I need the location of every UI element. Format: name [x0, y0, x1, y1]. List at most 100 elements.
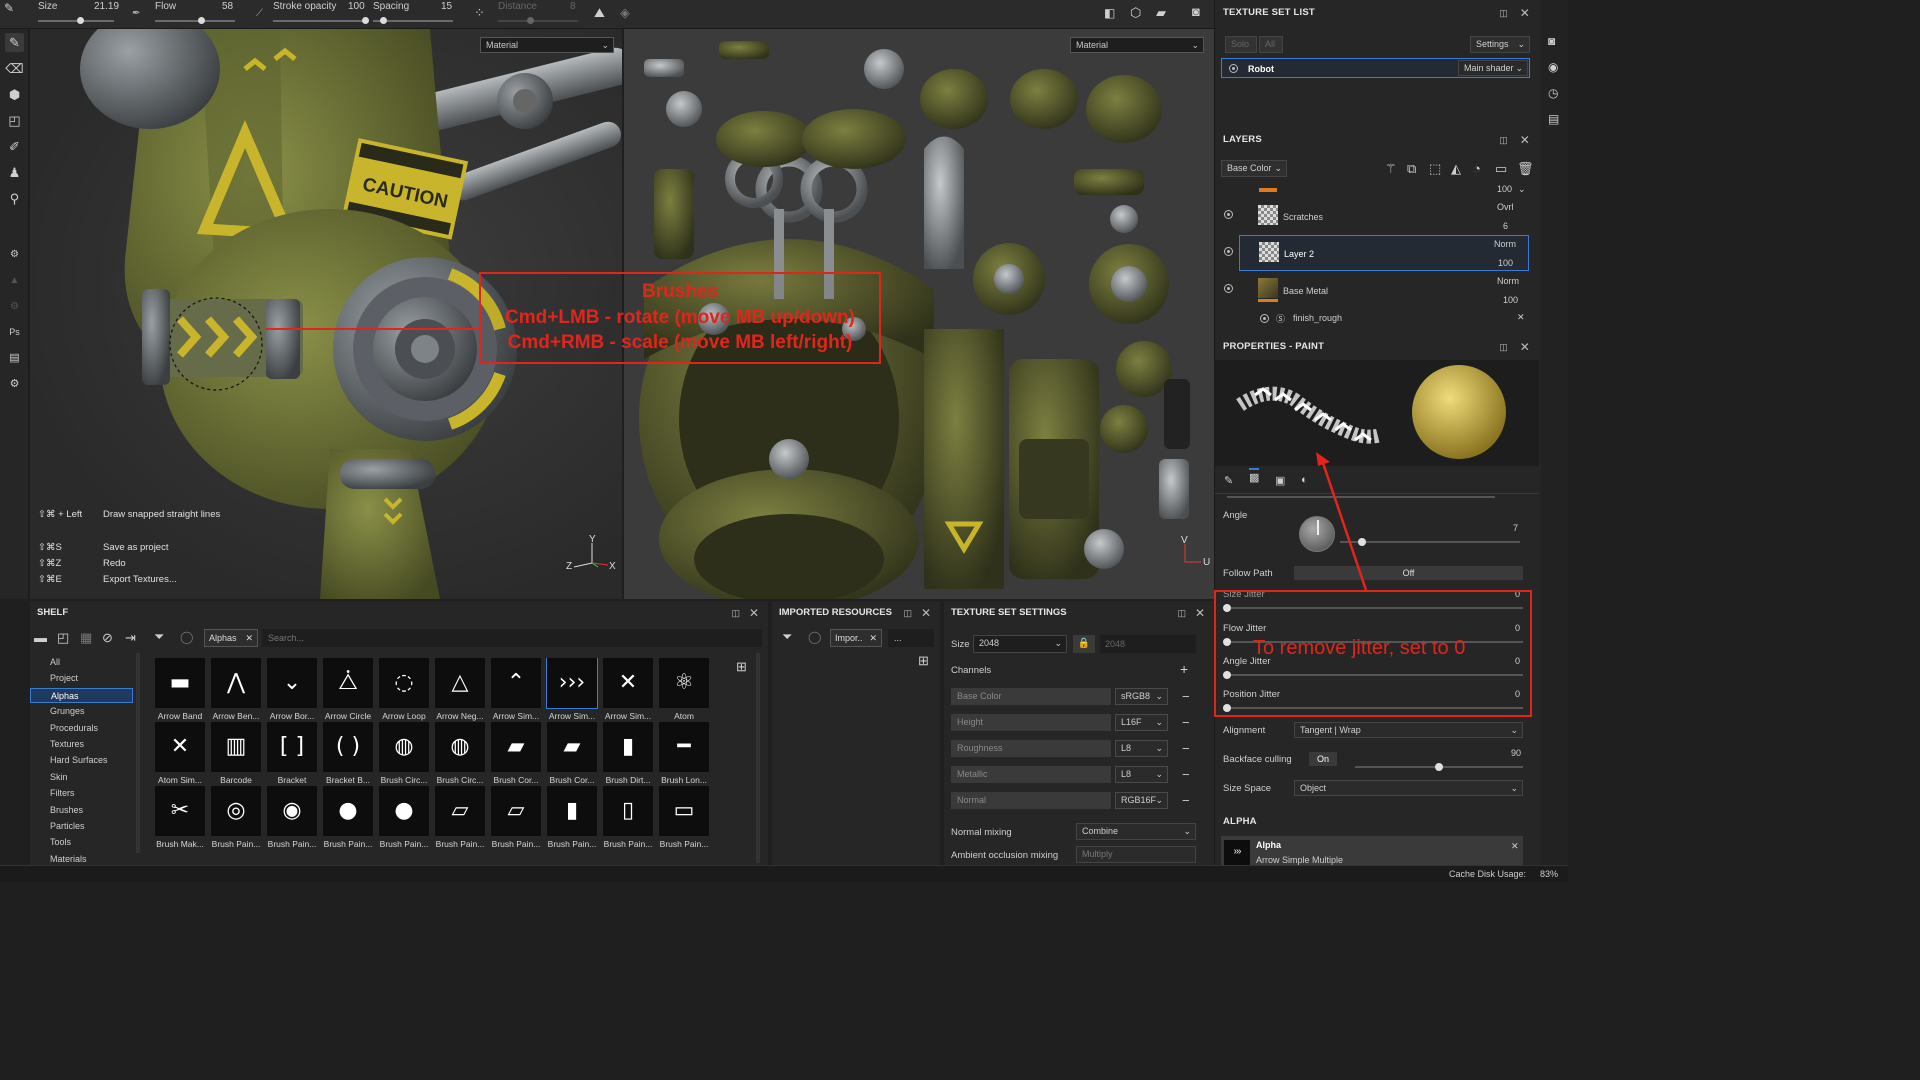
shelf-item[interactable]: ⋀ Arrow Ben...: [210, 658, 262, 721]
close-icon[interactable]: ✕: [749, 601, 759, 625]
shelf-filter-tag[interactable]: Alphas ✕: [204, 629, 258, 647]
spacing-value[interactable]: 15: [441, 1, 452, 12]
color-picker-icon[interactable]: ⚲: [5, 189, 24, 208]
visibility-eye-icon[interactable]: [1224, 210, 1233, 219]
alpha-tab-icon[interactable]: ▩: [1249, 468, 1260, 484]
shelf-item[interactable]: ⚛ Atom: [658, 658, 710, 721]
shelf-item[interactable]: ✂ Brush Mak...: [154, 786, 206, 849]
shelf-item[interactable]: ◍ Brush Circ...: [378, 722, 430, 785]
layer-blend-mode[interactable]: Norm: [1497, 276, 1519, 286]
channel-format-select[interactable]: L8 ⌄: [1115, 766, 1168, 783]
remove-channel-icon[interactable]: −: [1182, 792, 1192, 809]
grid-view-icon[interactable]: ⊞: [918, 653, 929, 669]
backface-angle-handle[interactable]: [1435, 763, 1443, 771]
undock-icon[interactable]: ◫: [1499, 127, 1508, 153]
texture-set-dock-icon[interactable]: ◙: [1548, 34, 1555, 48]
shelf-item[interactable]: ▱ Brush Pain...: [490, 786, 542, 849]
material-select-2d[interactable]: Material ⌄: [1070, 37, 1204, 53]
undock-icon[interactable]: ◫: [1499, 0, 1508, 26]
shelf-item[interactable]: ━ Brush Lon...: [658, 722, 710, 785]
undock-icon[interactable]: ◫: [731, 601, 740, 625]
alpha-slot[interactable]: ››› Alpha Arrow Simple Multiple ✕: [1221, 836, 1523, 865]
hidden-slider-track[interactable]: [1227, 496, 1495, 498]
visibility-eye-icon[interactable]: [1224, 247, 1233, 256]
shelf-item[interactable]: ⧊ Arrow Circle: [322, 658, 374, 721]
shelf-category-tools[interactable]: Tools: [30, 835, 133, 850]
hide-icon[interactable]: ⊘: [102, 630, 113, 646]
stroke-opacity-slider[interactable]: [273, 17, 369, 24]
save-icon[interactable]: ▦: [80, 630, 92, 646]
solo-button[interactable]: Solo: [1225, 36, 1257, 53]
symmetry-icon[interactable]: ⛰: [594, 5, 605, 21]
shelf-item[interactable]: ✕ Arrow Sim...: [602, 658, 654, 721]
shelf-item[interactable]: ▭ Brush Pain...: [658, 786, 710, 849]
layer-blend-mode[interactable]: Norm: [1494, 239, 1516, 249]
imported-filter-tag[interactable]: Impor.. ✕: [830, 629, 882, 647]
undock-icon[interactable]: ◫: [903, 601, 912, 625]
eraser-icon[interactable]: ⌫: [5, 59, 24, 78]
add-mask-icon[interactable]: ⧉: [1407, 161, 1416, 177]
remove-filter-icon[interactable]: ✕: [245, 630, 253, 646]
shelf-category-particles[interactable]: Particles: [30, 819, 133, 834]
shelf-item[interactable]: ● Brush Pain...: [322, 786, 374, 849]
clone-stamp-icon[interactable]: ♟: [5, 163, 24, 182]
channel-format-select[interactable]: L8 ⌄: [1115, 740, 1168, 757]
size-slider[interactable]: [38, 17, 114, 24]
tss-size-select[interactable]: 2048 ⌄: [973, 635, 1067, 653]
bake-icon[interactable]: ⚙: [5, 245, 24, 264]
layer-opacity[interactable]: 6: [1503, 221, 1508, 231]
layer-row-base-metal[interactable]: Base Metal Norm 100: [1221, 273, 1535, 309]
spacing-slider[interactable]: [373, 17, 453, 24]
size-space-select[interactable]: Object ⌄: [1294, 780, 1523, 796]
eraser-mirror-icon[interactable]: ◈: [620, 5, 630, 21]
cube-icon[interactable]: ⬡: [1130, 5, 1141, 21]
close-icon[interactable]: ✕: [921, 601, 931, 625]
filter-funnel-icon[interactable]: ⏷: [154, 629, 164, 645]
close-icon[interactable]: ✕: [1520, 334, 1530, 360]
material-tab-icon[interactable]: ◐: [1301, 474, 1308, 486]
shelf-item[interactable]: ▯ Brush Pain...: [602, 786, 654, 849]
alignment-select[interactable]: Tangent | Wrap ⌄: [1294, 722, 1523, 738]
shelf-item[interactable]: ▮ Brush Pain...: [546, 786, 598, 849]
shelf-category-filters[interactable]: Filters: [30, 786, 133, 801]
shelf-item[interactable]: ››› Arrow Sim...: [546, 658, 598, 721]
sub-layer-row[interactable]: Ⓢ finish_rough ✕: [1221, 309, 1535, 327]
remove-channel-icon[interactable]: −: [1182, 714, 1192, 731]
filter-funnel-icon[interactable]: ⏷: [782, 629, 792, 645]
remove-channel-icon[interactable]: −: [1182, 688, 1192, 705]
flow-slider[interactable]: [155, 17, 235, 24]
close-icon[interactable]: ✕: [1520, 127, 1530, 153]
layer-blend-mode[interactable]: Ovrl: [1497, 202, 1514, 212]
layer-opacity[interactable]: 100: [1503, 295, 1518, 305]
shelf-category-grunges[interactable]: Grunges: [30, 704, 133, 719]
shelf-item[interactable]: ⌃ Arrow Sim...: [490, 658, 542, 721]
shelf-item[interactable]: ▰ Brush Cor...: [490, 722, 542, 785]
undock-icon[interactable]: ◫: [1499, 334, 1508, 360]
layer-row-layer-2[interactable]: Layer 2 Norm 100: [1239, 235, 1529, 271]
display-settings-icon[interactable]: ◉: [1548, 60, 1558, 74]
add-paint-layer-icon[interactable]: ◭: [1451, 161, 1461, 177]
history-icon[interactable]: ◷: [1548, 86, 1558, 100]
layer-row-scratches[interactable]: Scratches Ovrl 6: [1221, 199, 1535, 235]
angle-slider[interactable]: [1340, 541, 1520, 543]
shelf-item[interactable]: ▮ Brush Dirt...: [602, 722, 654, 785]
settings-button[interactable]: Settings ⌄: [1470, 36, 1530, 53]
shelf-item[interactable]: △ Arrow Neg...: [434, 658, 486, 721]
shelf-scrollbar[interactable]: [756, 653, 760, 863]
shelf-item[interactable]: ( ) Bracket B...: [322, 722, 374, 785]
remove-channel-icon[interactable]: −: [1182, 766, 1192, 783]
stencil-tab-icon[interactable]: ▣: [1275, 474, 1285, 487]
shelf-item[interactable]: ● Brush Pain...: [378, 786, 430, 849]
visibility-eye-icon[interactable]: [1260, 314, 1269, 323]
close-icon[interactable]: ✕: [1195, 601, 1205, 625]
shelf-category-textures[interactable]: Textures: [30, 737, 133, 752]
imported-search-input[interactable]: ...: [888, 629, 934, 647]
close-icon[interactable]: ✕: [1520, 0, 1530, 26]
brush-tab-icon[interactable]: ✎: [1224, 474, 1233, 487]
category-scrollbar[interactable]: [136, 653, 140, 853]
view-split-icon[interactable]: ◧: [1104, 6, 1115, 20]
angle-dial[interactable]: [1299, 516, 1335, 552]
channel-format-select[interactable]: sRGB8 ⌄: [1115, 688, 1168, 705]
remove-filter-icon[interactable]: ✕: [869, 630, 877, 646]
angle-value[interactable]: 7: [1513, 523, 1518, 533]
